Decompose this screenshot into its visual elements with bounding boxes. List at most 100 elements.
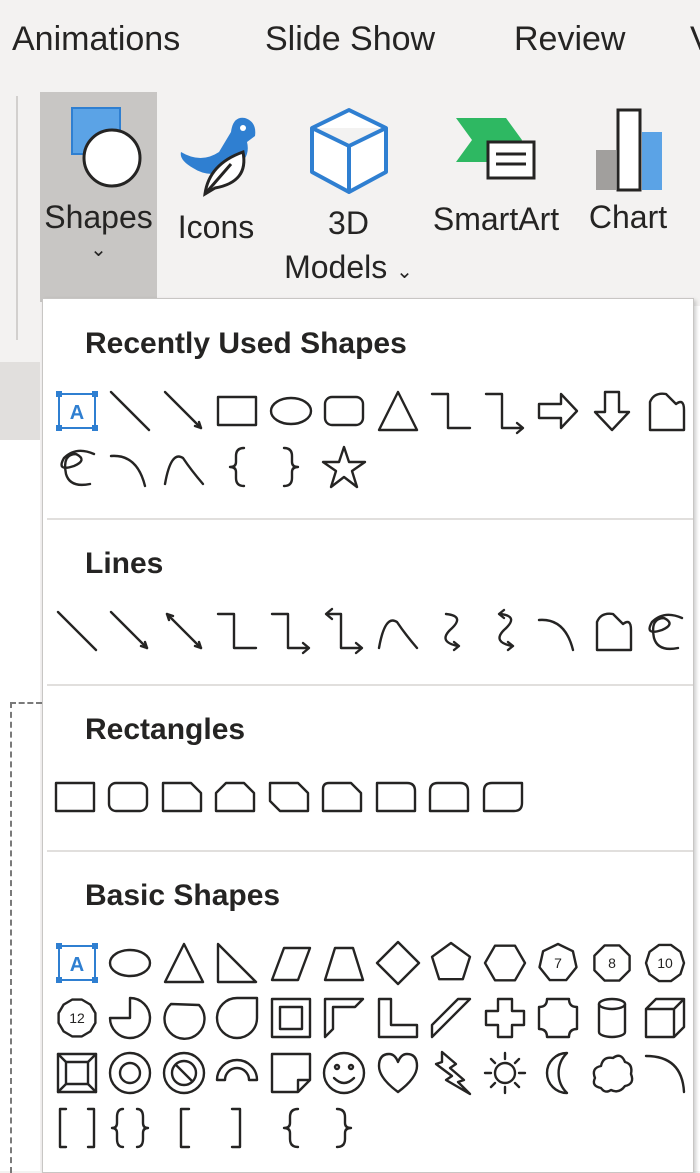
shape-trapezoid[interactable] <box>319 937 371 989</box>
shape-curved-connector[interactable] <box>372 605 424 657</box>
shape-cloud[interactable] <box>586 1047 638 1099</box>
octagon-icon: 8 <box>592 944 631 982</box>
shape-text-box[interactable]: A <box>51 385 103 437</box>
shape-curve[interactable] <box>105 441 157 493</box>
shape-bevel[interactable] <box>51 1047 103 1099</box>
shape-text-box[interactable]: A <box>51 937 103 989</box>
shape-scribble[interactable] <box>51 441 103 493</box>
shape-double-arrow-line[interactable] <box>158 605 210 657</box>
shape-donut[interactable] <box>105 1047 157 1099</box>
chart-icon <box>596 108 662 192</box>
shape-folded-corner[interactable] <box>265 1047 317 1099</box>
shape-sun[interactable] <box>479 1047 531 1099</box>
shape-diamond[interactable] <box>372 937 424 989</box>
shape-snip-single-corner[interactable] <box>156 771 208 823</box>
shape-left-bracket[interactable] <box>158 1102 210 1154</box>
shape-no-symbol[interactable] <box>158 1047 210 1099</box>
shape-freeform[interactable] <box>586 605 638 657</box>
shape-teardrop[interactable] <box>212 992 264 1044</box>
shape-octagon[interactable]: 8 <box>586 937 638 989</box>
shape-pentagon[interactable] <box>426 937 478 989</box>
3d-models-button[interactable]: 3D Models ⌄ <box>276 92 421 294</box>
shape-rectangle[interactable] <box>212 385 264 437</box>
down-arrow-icon <box>593 390 630 432</box>
shape-l-shape[interactable] <box>372 992 424 1044</box>
scribble-icon <box>648 613 684 651</box>
tab-slide-show[interactable]: Slide Show <box>265 20 435 59</box>
shape-right-arrow[interactable] <box>533 385 585 437</box>
shape-rectangle[interactable] <box>49 771 101 823</box>
shape-freeform[interactable] <box>640 385 692 437</box>
shape-elbow-arrow-connector[interactable] <box>265 605 317 657</box>
shape-right-brace[interactable] <box>265 441 317 493</box>
shape-left-brace[interactable] <box>212 441 264 493</box>
shape-round-diagonal[interactable] <box>477 771 529 823</box>
shape-pie[interactable] <box>105 992 157 1044</box>
shape-round-single-corner[interactable] <box>370 771 422 823</box>
shape-diagonal-stripe[interactable] <box>426 992 478 1044</box>
shape-rounded-rectangle[interactable] <box>319 385 371 437</box>
smartart-button[interactable]: SmartArt <box>428 92 564 241</box>
shape-lightning-bolt[interactable] <box>426 1047 478 1099</box>
shape-decagon[interactable]: 10 <box>640 937 692 989</box>
shape-line[interactable] <box>51 605 103 657</box>
shape-can[interactable] <box>586 992 638 1044</box>
shape-rounded-rectangle[interactable] <box>103 771 155 823</box>
shape-snip-same-side[interactable] <box>210 771 262 823</box>
shape-arc[interactable] <box>640 1047 692 1099</box>
shape-smiley-face[interactable] <box>319 1047 371 1099</box>
shape-double-bracket[interactable] <box>51 1102 103 1154</box>
star-5-point-icon <box>322 445 367 489</box>
shape-elbow-double-arrow[interactable] <box>319 605 371 657</box>
shape-right-triangle[interactable] <box>212 937 264 989</box>
shape-curved-connector[interactable] <box>158 441 210 493</box>
shapes-button[interactable]: Shapes ⌄ <box>40 92 157 302</box>
shape-hexagon[interactable] <box>479 937 531 989</box>
rounded-rectangle-icon <box>324 395 365 427</box>
shape-cube[interactable] <box>640 992 692 1044</box>
shape-cross[interactable] <box>479 992 531 1044</box>
shape-arrow-line[interactable] <box>158 385 210 437</box>
shape-round-same-side[interactable] <box>424 771 476 823</box>
shape-frame[interactable] <box>265 992 317 1044</box>
shape-oval[interactable] <box>105 937 157 989</box>
shape-half-frame[interactable] <box>319 992 371 1044</box>
shape-down-arrow[interactable] <box>586 385 638 437</box>
shape-oval[interactable] <box>265 385 317 437</box>
shape-curve[interactable] <box>533 605 585 657</box>
shape-block-arc[interactable] <box>212 1047 264 1099</box>
shape-arrow-line[interactable] <box>105 605 157 657</box>
shape-parallelogram[interactable] <box>265 937 317 989</box>
shape-elbow-connector[interactable] <box>426 385 478 437</box>
shape-chord[interactable] <box>158 992 210 1044</box>
icons-button[interactable]: Icons <box>170 92 262 249</box>
shape-snip-round-corner[interactable] <box>317 771 369 823</box>
shape-heart[interactable] <box>372 1047 424 1099</box>
shape-triangle[interactable] <box>372 385 424 437</box>
shape-dodecagon[interactable]: 12 <box>51 992 103 1044</box>
left-brace-icon <box>282 1107 299 1149</box>
dodecagon-icon: 12 <box>57 998 97 1038</box>
shape-heptagon[interactable]: 7 <box>533 937 585 989</box>
chart-button[interactable]: Chart <box>582 92 674 239</box>
shape-elbow-connector[interactable] <box>212 605 264 657</box>
text-box-icon: A <box>55 391 98 431</box>
shape-scribble[interactable] <box>640 605 692 657</box>
shape-moon[interactable] <box>533 1047 585 1099</box>
shape-curved-arrow-connector[interactable] <box>426 605 478 657</box>
shape-triangle[interactable] <box>158 937 210 989</box>
shape-right-bracket[interactable] <box>212 1102 264 1154</box>
shape-star-5-point[interactable] <box>319 441 371 493</box>
shape-double-brace[interactable] <box>105 1102 157 1154</box>
tab-view-clipped[interactable]: V <box>690 20 700 59</box>
shape-plaque[interactable] <box>533 992 585 1044</box>
right-bracket-icon <box>231 1107 242 1149</box>
tab-review[interactable]: Review <box>514 20 625 59</box>
shape-line[interactable] <box>105 385 157 437</box>
shape-snip-diagonal[interactable] <box>263 771 315 823</box>
shape-left-brace[interactable] <box>265 1102 317 1154</box>
shape-curved-double-arrow[interactable] <box>479 605 531 657</box>
shape-right-brace[interactable] <box>319 1102 371 1154</box>
shape-elbow-arrow-connector[interactable] <box>479 385 531 437</box>
tab-animations[interactable]: Animations <box>12 20 180 59</box>
